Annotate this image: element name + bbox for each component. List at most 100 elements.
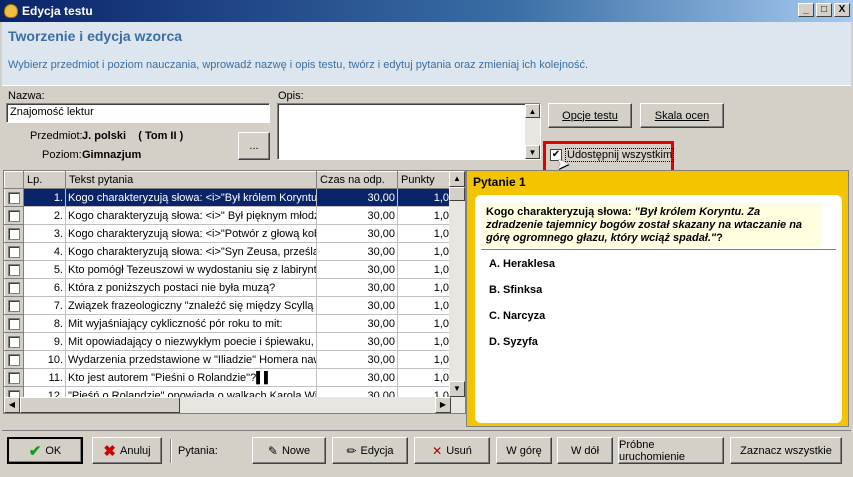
table-row[interactable]: 5. Kto pomógł Tezeuszowi w wydostaniu się… xyxy=(4,260,452,279)
row-checkbox[interactable] xyxy=(8,245,20,258)
row-select-cell[interactable] xyxy=(4,206,24,225)
answer-time-cell[interactable]: 30,00 xyxy=(316,206,398,225)
trial-run-button[interactable]: Próbne uruchomienie xyxy=(618,437,724,464)
row-checkbox[interactable] xyxy=(8,335,20,348)
row-number[interactable]: 9. xyxy=(23,332,66,351)
row-number[interactable]: 11. xyxy=(23,368,66,387)
question-text-cell[interactable]: Która z poniższych postaci nie była muzą… xyxy=(65,278,317,297)
delete-question-button[interactable]: ✕ Usuń xyxy=(414,437,490,464)
table-row[interactable]: 3. Kogo charakteryzują słowa: <i>"Potwór … xyxy=(4,224,452,243)
select-all-button[interactable]: Zaznacz wszystkie xyxy=(730,437,842,464)
table-horizontal-scrollbar[interactable]: ◀ ▶ xyxy=(4,397,451,413)
browse-subject-button[interactable]: ... xyxy=(238,132,270,160)
row-select-cell[interactable] xyxy=(4,314,24,333)
answer-time-cell[interactable]: 30,00 xyxy=(316,296,398,315)
row-select-cell[interactable] xyxy=(4,224,24,243)
table-row[interactable]: 7. Związek frazeologiczny "znaleźć się mi… xyxy=(4,296,452,315)
table-row[interactable]: 2. Kogo charakteryzują słowa: <i>" Był pi… xyxy=(4,206,452,225)
question-text-cell[interactable]: Kto jest autorem "Pieśni o Rolandzie"?▌▌ xyxy=(65,368,317,387)
row-select-cell[interactable] xyxy=(4,368,24,387)
header-text[interactable]: Tekst pytania xyxy=(65,171,317,189)
question-text-cell[interactable]: Kogo charakteryzują słowa: <i>"Był króle… xyxy=(65,188,317,207)
scroll-down-icon[interactable]: ▼ xyxy=(525,145,540,159)
row-number[interactable]: 3. xyxy=(23,224,66,243)
answer-time-cell[interactable]: 30,00 xyxy=(316,188,398,207)
question-text-cell[interactable]: Związek frazeologiczny "znaleźć się międ… xyxy=(65,296,317,315)
table-row[interactable]: 4. Kogo charakteryzują słowa: <i>"Syn Zeu… xyxy=(4,242,452,261)
hscroll-thumb[interactable] xyxy=(20,397,180,413)
header-lp[interactable]: Lp. xyxy=(23,171,66,189)
description-scrollbar[interactable]: ▲ ▼ xyxy=(525,104,540,159)
table-row[interactable]: 11. Kto jest autorem "Pieśni o Rolandzie"… xyxy=(4,368,452,387)
question-text-cell[interactable]: Kogo charakteryzują słowa: <i>"Potwór z … xyxy=(65,224,317,243)
cancel-button[interactable]: ✖ Anuluj xyxy=(92,437,162,464)
answer-time-cell[interactable]: 30,00 xyxy=(316,224,398,243)
points-cell[interactable]: 1,0 xyxy=(397,368,452,387)
ok-button[interactable]: ✔ OK xyxy=(7,437,83,464)
question-text-cell[interactable]: Kogo charakteryzują słowa: <i>" Był pięk… xyxy=(65,206,317,225)
row-number[interactable]: 5. xyxy=(23,260,66,279)
row-select-cell[interactable] xyxy=(4,296,24,315)
row-number[interactable]: 1. xyxy=(23,188,66,207)
scroll-up-icon[interactable]: ▲ xyxy=(449,171,465,187)
points-cell[interactable]: 1,0 xyxy=(397,278,452,297)
table-row[interactable]: 1. Kogo charakteryzują słowa: <i>"Był kró… xyxy=(4,188,452,207)
move-up-button[interactable]: W górę xyxy=(496,437,552,464)
answer-time-cell[interactable]: 30,00 xyxy=(316,350,398,369)
row-select-cell[interactable] xyxy=(4,188,24,207)
points-cell[interactable]: 1,0 xyxy=(397,350,452,369)
row-select-cell[interactable] xyxy=(4,260,24,279)
scroll-up-icon[interactable]: ▲ xyxy=(525,104,540,118)
points-cell[interactable]: 1,0 xyxy=(397,296,452,315)
move-down-button[interactable]: W dół xyxy=(557,437,613,464)
row-number[interactable]: 7. xyxy=(23,296,66,315)
question-text-cell[interactable]: Kto pomógł Tezeuszowi w wydostaniu się z… xyxy=(65,260,317,279)
answer-time-cell[interactable]: 30,00 xyxy=(316,314,398,333)
row-checkbox[interactable] xyxy=(8,227,20,240)
name-input[interactable]: Znajomość lektur xyxy=(6,103,270,123)
answer-time-cell[interactable]: 30,00 xyxy=(316,242,398,261)
points-cell[interactable]: 1,0 xyxy=(397,332,452,351)
row-number[interactable]: 8. xyxy=(23,314,66,333)
row-checkbox[interactable] xyxy=(8,281,20,294)
row-number[interactable]: 2. xyxy=(23,206,66,225)
scroll-thumb[interactable] xyxy=(449,187,465,201)
minimize-button[interactable]: _ xyxy=(798,3,814,17)
scroll-left-icon[interactable]: ◀ xyxy=(4,397,20,413)
question-text-cell[interactable]: Wydarzenia przedstawione w "Iliadzie" Ho… xyxy=(65,350,317,369)
answer-time-cell[interactable]: 30,00 xyxy=(316,332,398,351)
points-cell[interactable]: 1,0 xyxy=(397,188,452,207)
row-checkbox[interactable] xyxy=(8,353,20,366)
table-row[interactable]: 6. Która z poniższych postaci nie była mu… xyxy=(4,278,452,297)
table-vertical-scrollbar[interactable]: ▲ ▼ xyxy=(449,171,465,413)
row-checkbox[interactable] xyxy=(8,209,20,222)
points-cell[interactable]: 1,0 xyxy=(397,260,452,279)
grade-scale-button[interactable]: Skala ocen xyxy=(640,103,724,128)
points-cell[interactable]: 1,0 xyxy=(397,242,452,261)
row-checkbox[interactable] xyxy=(8,299,20,312)
row-number[interactable]: 10. xyxy=(23,350,66,369)
row-checkbox[interactable] xyxy=(8,191,20,204)
row-number[interactable]: 6. xyxy=(23,278,66,297)
points-cell[interactable]: 1,0 xyxy=(397,224,452,243)
header-time[interactable]: Czas na odp. xyxy=(316,171,398,189)
row-select-cell[interactable] xyxy=(4,242,24,261)
questions-table[interactable]: Lp. Tekst pytania Czas na odp. Punkty 1.… xyxy=(3,170,466,414)
points-cell[interactable]: 1,0 xyxy=(397,206,452,225)
row-checkbox[interactable] xyxy=(8,371,20,384)
points-cell[interactable]: 1,0 xyxy=(397,314,452,333)
table-row[interactable]: 8. Mit wyjaśniający cykliczność pór roku … xyxy=(4,314,452,333)
test-options-button[interactable]: Opcje testu xyxy=(548,103,632,128)
header-points[interactable]: Punkty xyxy=(397,171,452,189)
row-select-cell[interactable] xyxy=(4,332,24,351)
answer-time-cell[interactable]: 30,00 xyxy=(316,368,398,387)
scroll-down-icon[interactable]: ▼ xyxy=(449,381,465,397)
table-row[interactable]: 10. Wydarzenia przedstawione w "Iliadzie"… xyxy=(4,350,452,369)
scroll-right-icon[interactable]: ▶ xyxy=(435,397,451,413)
table-row[interactable]: 9. Mit opowiadający o niezwykłym poecie i… xyxy=(4,332,452,351)
row-select-cell[interactable] xyxy=(4,350,24,369)
edit-question-button[interactable]: ✏ Edycja xyxy=(332,437,408,464)
description-textarea[interactable]: ▲ ▼ xyxy=(277,103,541,160)
maximize-button[interactable]: □ xyxy=(816,3,832,17)
question-text-cell[interactable]: Mit opowiadający o niezwykłym poecie i ś… xyxy=(65,332,317,351)
